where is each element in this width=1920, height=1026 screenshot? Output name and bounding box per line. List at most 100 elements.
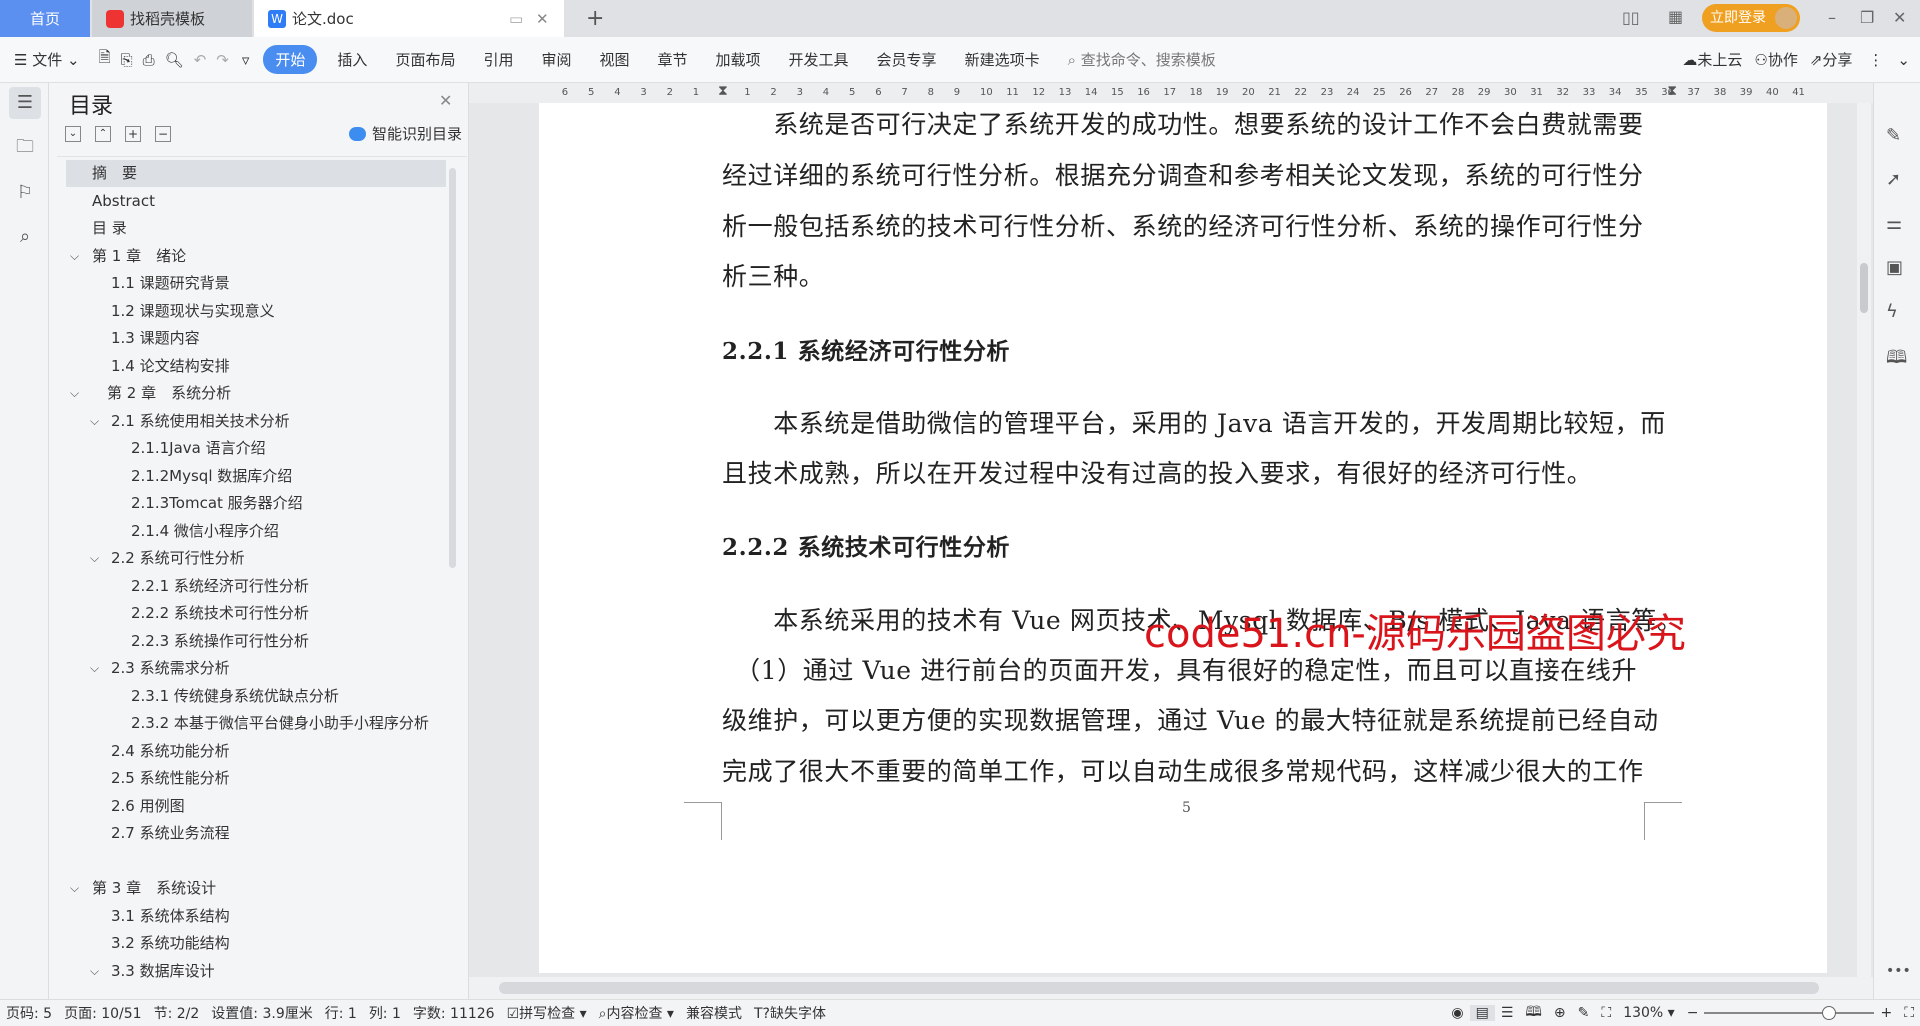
zoom-slider[interactable] (1704, 1006, 1875, 1020)
demote-icon[interactable]: − (155, 126, 171, 142)
toc-item[interactable]: 3.3 数据库设计 (111, 958, 215, 985)
status-page[interactable]: 页码: 5 (0, 1003, 58, 1023)
indent-marker-left-icon[interactable]: ⧗ (718, 83, 728, 99)
outline-view-icon[interactable]: ☰ (1495, 1005, 1520, 1021)
book-icon[interactable]: 🕮 (1886, 345, 1907, 375)
compat-mode[interactable]: 兼容模式 (680, 1003, 748, 1023)
expand-icon[interactable]: ⌄ (65, 126, 81, 142)
toc-item[interactable]: 第 3 章 系统设计 (92, 875, 216, 902)
collapse-icon[interactable]: ⌃ (95, 126, 111, 142)
tab-review[interactable]: 审阅 (527, 49, 585, 70)
toc-item[interactable]: 2.3 系统需求分析 (111, 655, 230, 682)
file-menu[interactable]: ☰ 文件 ⌄ (0, 49, 94, 70)
indent-marker-right-icon[interactable]: ⧗ (1667, 83, 1677, 99)
read-view-icon[interactable]: 🕮 (1519, 1001, 1548, 1025)
lightning-icon[interactable]: ϟ (1886, 301, 1898, 322)
toc-item[interactable]: 2.1 系统使用相关技术分析 (111, 408, 290, 435)
tab-insert[interactable]: 插入 (323, 49, 381, 70)
status-col[interactable]: 列: 1 (363, 1003, 407, 1023)
collapse-ribbon-icon[interactable]: ⌄ (1893, 51, 1920, 69)
login-button[interactable]: 立即登录 (1702, 4, 1800, 32)
toc-item[interactable]: 2.7 系统业务流程 (111, 820, 230, 847)
tab-new[interactable]: 新建选项卡 (951, 49, 1054, 70)
status-words[interactable]: 字数: 11126 (407, 1003, 501, 1023)
horizontal-scrollbar[interactable] (469, 977, 1873, 999)
promote-icon[interactable]: + (125, 126, 141, 142)
status-setting[interactable]: 设置值: 3.9厘米 (205, 1003, 318, 1023)
toc-item[interactable]: 1.3 课题内容 (111, 325, 200, 352)
undo-icon[interactable]: ↶ (189, 51, 212, 69)
toc-item[interactable]: 2.1.1Java 语言介绍 (131, 435, 266, 462)
toc-item[interactable]: 摘 要 (92, 160, 137, 187)
toc-item[interactable]: 2.3.2 本基于微信平台健身小助手小程序分析 (131, 710, 429, 737)
cloud-button[interactable]: ☁未上云 (1676, 49, 1748, 70)
smart-toc-button[interactable]: 智能识别目录 (349, 123, 462, 144)
image-icon[interactable]: ▣ (1886, 257, 1903, 278)
document-page[interactable]: 系统是否可行决定了系统开发的成功性。想要系统的设计工作不会白费就需要 经过详细的系… (539, 103, 1827, 973)
toc-item[interactable]: 2.6 用例图 (111, 793, 185, 820)
chevron-down-icon[interactable]: ⌵ (70, 243, 79, 270)
toc-item[interactable]: 2.3.1 传统健身系统优缺点分析 (131, 683, 339, 710)
toc-item[interactable]: 目 录 (92, 215, 127, 242)
chevron-down-icon[interactable]: ⌵ (90, 655, 99, 682)
toc-item[interactable]: 第 1 章 绪论 (92, 243, 186, 270)
chevron-down-icon[interactable]: ⌵ (90, 545, 99, 572)
toc-item[interactable]: 2.2.2 系统技术可行性分析 (131, 600, 309, 627)
toc-item[interactable]: 1.1 课题研究背景 (111, 270, 230, 297)
toc-item[interactable]: 2.1.3Tomcat 服务器介绍 (131, 490, 303, 517)
toc-item[interactable]: 3.2 系统功能结构 (111, 930, 230, 957)
search-icon[interactable]: ⌕ (9, 221, 41, 253)
minimize-button[interactable]: – (1828, 8, 1836, 27)
toc-item[interactable]: 3.1 系统体系结构 (111, 903, 230, 930)
redo-icon[interactable]: ↷ (211, 51, 234, 69)
close-tab-icon[interactable]: ✕ (536, 10, 549, 28)
zoom-in-button[interactable]: + (1874, 1005, 1898, 1021)
share-button[interactable]: ⇗分享 (1804, 49, 1859, 70)
tab-view[interactable]: 视图 (585, 49, 643, 70)
missing-font-button[interactable]: T?缺失字体 (748, 1003, 832, 1023)
cursor-icon[interactable]: ➚ (1886, 169, 1901, 190)
print-icon[interactable]: ⎙ (138, 51, 160, 69)
tab-chapter[interactable]: 章节 (644, 49, 702, 70)
status-row[interactable]: 行: 1 (319, 1003, 363, 1023)
zoom-level[interactable]: 130% ▾ (1617, 1005, 1681, 1021)
tab-developer[interactable]: 开发工具 (775, 49, 863, 70)
toc-item[interactable]: 2.2.1 系统经济可行性分析 (131, 573, 309, 600)
status-pages[interactable]: 页面: 10/51 (58, 1003, 148, 1023)
zoom-out-button[interactable]: − (1681, 1005, 1705, 1021)
toc-scrollbar[interactable] (449, 168, 456, 568)
bookmark-icon[interactable]: ⚐ (9, 177, 41, 209)
toc-item[interactable]: 1.2 课题现状与实现意义 (111, 298, 275, 325)
toc-item[interactable]: 2.2.3 系统操作可行性分析 (131, 628, 309, 655)
chevron-down-icon[interactable]: ⌵ (90, 958, 99, 985)
eye-protection-icon[interactable]: ◉ (1445, 1005, 1469, 1021)
more-dropdown-icon[interactable]: ▿ (234, 51, 258, 69)
tab-document[interactable]: W 论文.doc ▭ ✕ (254, 0, 564, 37)
pen-icon[interactable]: ✎ (1886, 125, 1901, 146)
new-tab-button[interactable]: + (572, 0, 604, 37)
chevron-down-icon[interactable]: ⌵ (90, 408, 99, 435)
page-view-icon[interactable]: ▤ (1469, 1005, 1495, 1021)
chevron-down-icon[interactable]: ⌵ (70, 380, 79, 407)
spell-check-button[interactable]: ☑拼写检查 ▾ (501, 1003, 593, 1023)
pin-icon[interactable]: ▭ (509, 10, 523, 28)
preview-icon[interactable]: 🔍︎ (160, 51, 189, 69)
command-search[interactable]: ⌕ 查找命令、搜索模板 (1054, 49, 1230, 70)
export-icon[interactable]: ⎘ (116, 51, 138, 69)
toc-icon[interactable]: ☰ (9, 87, 41, 119)
tab-template[interactable]: 找稻壳模板 (92, 0, 252, 37)
toc-item[interactable]: Abstract (92, 188, 155, 215)
tab-addins[interactable]: 加载项 (702, 49, 775, 70)
toc-item[interactable]: 2.4 系统功能分析 (111, 738, 230, 765)
status-section[interactable]: 节: 2/2 (148, 1003, 206, 1023)
document-area[interactable]: 系统是否可行决定了系统开发的成功性。想要系统的设计工作不会白费就需要 经过详细的系… (469, 103, 1873, 977)
restore-button[interactable]: ❐ (1860, 8, 1874, 27)
toc-item[interactable]: 2.2 系统可行性分析 (111, 545, 245, 572)
toc-item[interactable]: 2.1.4 微信小程序介绍 (131, 518, 279, 545)
folder-icon[interactable]: 🗀 (9, 131, 41, 163)
collab-button[interactable]: ⚇协作 (1748, 49, 1803, 70)
tab-references[interactable]: 引用 (469, 49, 527, 70)
tab-start[interactable]: 开始 (263, 45, 318, 74)
settings-sliders-icon[interactable]: ⚌ (1886, 213, 1902, 234)
horizontal-ruler[interactable]: 6 5 4 3 2 1 1 2 3 4 5 6 7 8 9 10 11 12 13 14 15 16 17 18 19 20 21 2… (469, 83, 1873, 103)
